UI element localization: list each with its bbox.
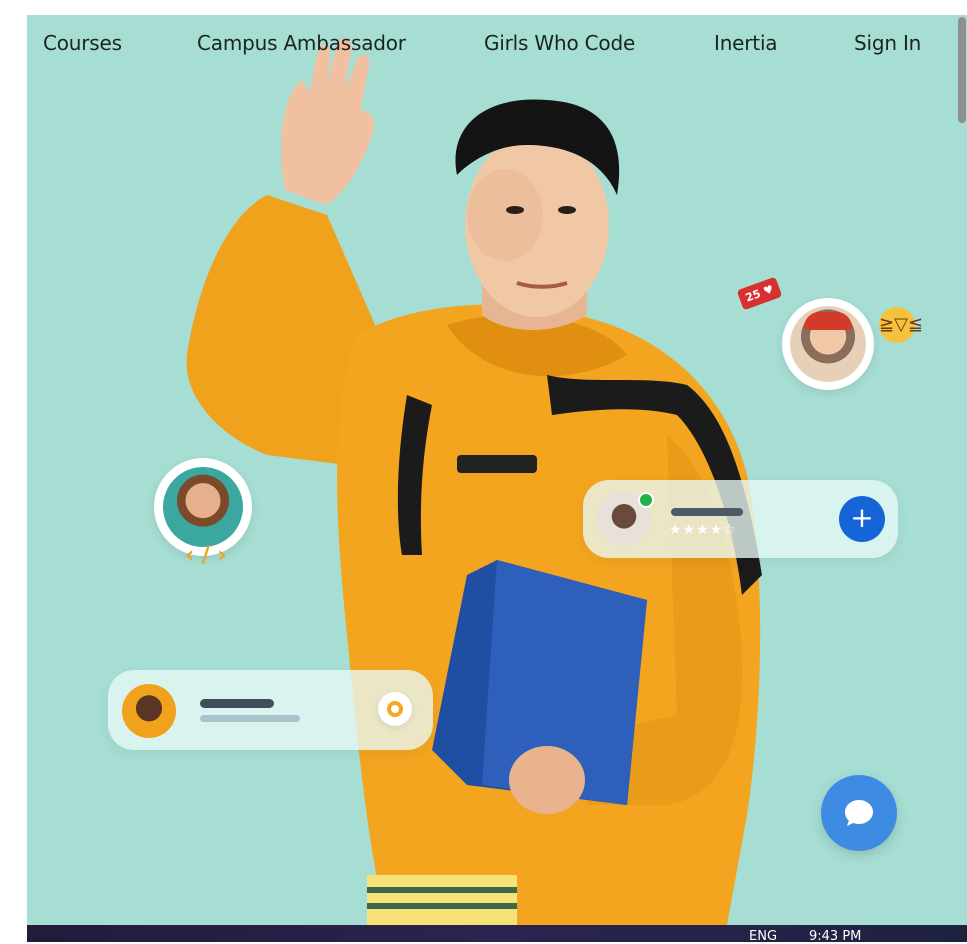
card-name-placeholder [671, 508, 743, 516]
laughing-emoji-icon: ≧▽≦ [879, 307, 923, 343]
add-button[interactable]: + [839, 496, 885, 542]
top-navigation: Courses Campus Ambassador Girls Who Code… [27, 15, 957, 73]
avatar-curly-hair [163, 467, 243, 547]
profile-rating-card: ★★★★☆ + [583, 480, 898, 558]
nav-inertia[interactable]: Inertia [714, 31, 778, 55]
nav-girls-who-code[interactable]: Girls Who Code [484, 31, 635, 55]
page-viewport: Courses Campus Ambassador Girls Who Code… [27, 15, 967, 925]
avatar-woman-red-cap [790, 306, 866, 382]
nav-sign-in[interactable]: Sign In [854, 31, 921, 55]
avatar-ring-curly-hair [154, 458, 252, 556]
code-arrows-icon: ‹ / › [185, 543, 227, 568]
card-name-placeholder [200, 699, 274, 708]
card-avatar-dreadlocks [122, 684, 176, 738]
card-subtitle-placeholder [200, 715, 300, 722]
chat-button[interactable] [821, 775, 897, 851]
vertical-scrollbar[interactable] [957, 15, 967, 925]
heart-icon: ♥ [761, 282, 776, 299]
profile-message-card [108, 670, 433, 750]
like-count: 25 [743, 287, 763, 305]
plus-icon: + [850, 501, 874, 534]
chat-status-icon[interactable] [378, 692, 412, 726]
chat-bubble-icon [845, 800, 873, 826]
nav-courses[interactable]: Courses [43, 31, 122, 55]
rating-stars: ★★★★☆ [669, 522, 737, 538]
avatar-ring-woman [782, 298, 874, 390]
nav-campus-ambassador[interactable]: Campus Ambassador [197, 31, 406, 55]
scrollbar-thumb[interactable] [958, 17, 966, 123]
online-status-dot [638, 492, 654, 508]
os-taskbar: ENG 9:43 PM [27, 925, 967, 944]
hero-student-image [186, 37, 762, 925]
